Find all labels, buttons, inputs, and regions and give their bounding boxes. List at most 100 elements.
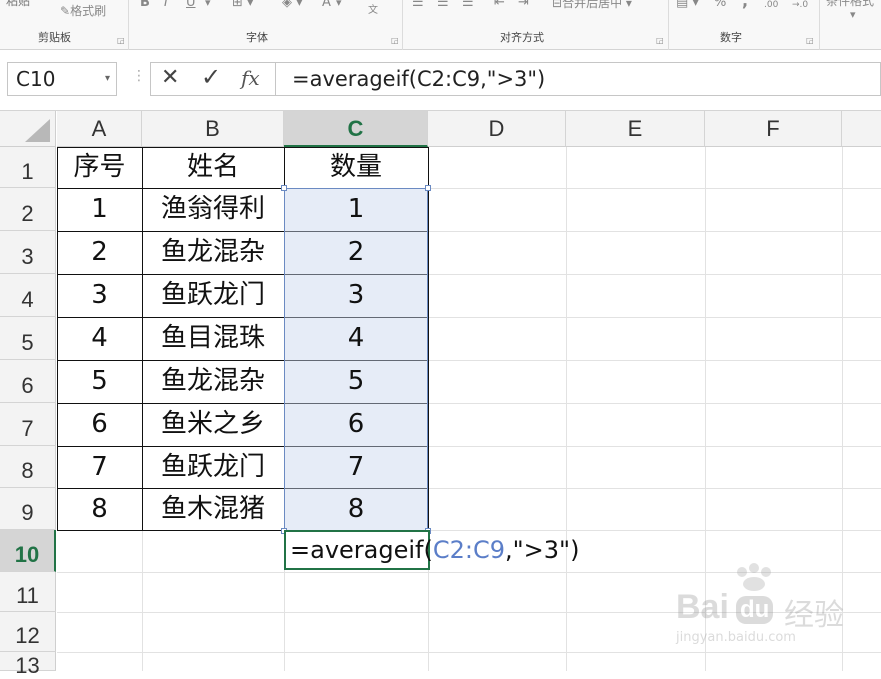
cell-a5[interactable]: 4 <box>57 317 142 360</box>
font-launcher-icon[interactable]: ◲ <box>391 36 399 45</box>
cancel-icon[interactable]: ✕ <box>161 65 179 90</box>
cell-a6[interactable]: 5 <box>57 360 142 403</box>
format-painter-button[interactable]: ✎格式刷 <box>60 4 106 26</box>
select-all-corner[interactable] <box>0 111 56 147</box>
brush-icon: ✎ <box>60 4 71 18</box>
cell-a9[interactable]: 8 <box>57 488 142 530</box>
font-color-button[interactable]: A <box>322 0 331 18</box>
paw-icon <box>737 563 771 591</box>
watermark-url: jingyan.baidu.com <box>676 630 796 645</box>
row-header-10[interactable]: 10 <box>0 530 56 572</box>
worksheet-grid[interactable]: ABCDEF 1 2 3 4 5 6 7 8 9 10 11 12 13 序号 姓名 数量 1 渔翁得利 1… <box>0 111 881 678</box>
row-header-13[interactable]: 13 <box>0 652 56 678</box>
cell-a3[interactable]: 2 <box>57 231 142 274</box>
cell-c4[interactable]: 3 <box>284 274 428 317</box>
cell-c10-formula[interactable]: =averageif(C2:C9,">3") <box>290 530 579 570</box>
alignment-launcher-icon[interactable]: ◲ <box>656 36 664 45</box>
merge-center-button[interactable]: ⊟合并后居中 ▾ <box>552 0 632 18</box>
clipboard-group-label: 剪贴板 <box>38 31 71 44</box>
formula-suffix: ,">3") <box>504 536 580 564</box>
cell-b5[interactable]: 鱼目混珠 <box>142 317 284 360</box>
cell-a8[interactable]: 7 <box>57 446 142 488</box>
decrease-decimal-button[interactable]: →.0 <box>792 0 808 20</box>
cell-b9[interactable]: 鱼木混猪 <box>142 488 284 530</box>
row-header-2[interactable]: 2 <box>0 188 56 231</box>
column-header-e[interactable]: E <box>566 111 705 147</box>
cell-b3[interactable]: 鱼龙混杂 <box>142 231 284 274</box>
cell-a7[interactable]: 6 <box>57 403 142 446</box>
watermark-jingyan: 经验 <box>784 598 844 633</box>
underline-button[interactable]: U <box>186 0 196 18</box>
formula-bar: C10 ▾ ⋮ ✕ ✓ fx =averageif(C2:C9,">3") <box>0 50 881 111</box>
name-box-value: C10 <box>16 67 56 91</box>
column-header-c[interactable]: C <box>284 111 428 147</box>
font-color-dropdown-icon[interactable]: ▾ <box>336 0 342 18</box>
cell-c5[interactable]: 4 <box>284 317 428 360</box>
row-header-6[interactable]: 6 <box>0 360 56 403</box>
clipboard-launcher-icon[interactable]: ◲ <box>117 36 125 45</box>
cell-b8[interactable]: 鱼跃龙门 <box>142 446 284 488</box>
row-header-3[interactable]: 3 <box>0 231 56 274</box>
row-header-8[interactable]: 8 <box>0 446 56 488</box>
cell-c3[interactable]: 2 <box>284 231 428 274</box>
row-header-4[interactable]: 4 <box>0 274 56 317</box>
comma-button[interactable]: , <box>742 0 748 16</box>
column-header-f[interactable]: F <box>705 111 842 147</box>
cell-c9[interactable]: 8 <box>284 488 428 530</box>
cell-b2[interactable]: 渔翁得利 <box>142 188 284 231</box>
row-header-12[interactable]: 12 <box>0 612 56 652</box>
number-launcher-icon[interactable]: ◲ <box>806 36 814 45</box>
name-box[interactable]: C10 ▾ <box>7 62 117 96</box>
border-icon[interactable]: ⊞ ▾ <box>232 0 254 18</box>
accounting-format-icon[interactable]: ▤ ▾ <box>676 0 699 18</box>
decrease-indent-icon[interactable]: ⇤ <box>494 0 505 18</box>
increase-indent-icon[interactable]: ⇥ <box>518 0 529 18</box>
row-header-7[interactable]: 7 <box>0 403 56 446</box>
row-header-1[interactable]: 1 <box>0 147 56 188</box>
align-right-icon[interactable]: ☰ <box>462 0 474 18</box>
font-group-label: 字体 <box>246 31 268 44</box>
phonetic-button[interactable]: 文 <box>368 4 378 26</box>
cell-b6[interactable]: 鱼龙混杂 <box>142 360 284 403</box>
percent-button[interactable]: % <box>714 0 726 18</box>
align-left-icon[interactable]: ☰ <box>412 0 424 18</box>
merge-icon: ⊟ <box>552 0 563 10</box>
cell-b7[interactable]: 鱼米之乡 <box>142 403 284 446</box>
column-header-partial[interactable] <box>842 111 881 147</box>
cell-c8[interactable]: 7 <box>284 446 428 488</box>
cell-b4[interactable]: 鱼跃龙门 <box>142 274 284 317</box>
column-header-d[interactable]: D <box>428 111 566 147</box>
enter-icon[interactable]: ✓ <box>201 63 221 91</box>
underline-dropdown-icon[interactable]: ▾ <box>205 0 211 18</box>
cell-c7[interactable]: 6 <box>284 403 428 446</box>
header-cell-c1[interactable]: 数量 <box>284 147 428 188</box>
bold-button[interactable]: B <box>140 0 150 18</box>
row-header-11[interactable]: 11 <box>0 572 56 612</box>
formula-input[interactable]: =averageif(C2:C9,">3") <box>276 62 881 96</box>
row-header-5[interactable]: 5 <box>0 317 56 360</box>
name-box-dropdown-icon[interactable]: ▾ <box>105 63 110 95</box>
increase-decimal-button[interactable]: .00 <box>764 0 778 20</box>
group-divider <box>128 0 129 50</box>
column-header-b[interactable]: B <box>142 111 284 147</box>
watermark-du: du <box>736 596 774 624</box>
paste-button[interactable]: 粘贴 <box>6 0 30 16</box>
row-header-9[interactable]: 9 <box>0 488 56 530</box>
cell-c2[interactable]: 1 <box>284 188 428 231</box>
fill-color-icon[interactable]: ◈ ▾ <box>282 0 303 18</box>
group-divider <box>402 0 403 50</box>
formula-bar-grip-icon[interactable]: ⋮ <box>132 68 146 84</box>
cell-c6[interactable]: 5 <box>284 360 428 403</box>
align-center-icon[interactable]: ☰ <box>437 0 449 18</box>
header-cell-b1[interactable]: 姓名 <box>142 147 284 188</box>
gridline-vertical <box>566 147 567 671</box>
insert-function-button[interactable]: fx <box>241 66 260 90</box>
formula-prefix: =averageif( <box>290 536 433 564</box>
ribbon: 粘贴 ✎格式刷 剪贴板 ◲ B I U ▾ ⊞ ▾ ◈ ▾ A ▾ 文 字体 ◲… <box>0 0 881 50</box>
cell-a2[interactable]: 1 <box>57 188 142 231</box>
header-cell-a1[interactable]: 序号 <box>57 147 142 188</box>
conditional-format-dropdown-icon[interactable]: ▾ <box>850 8 856 30</box>
cell-a4[interactable]: 3 <box>57 274 142 317</box>
italic-button[interactable]: I <box>164 0 168 18</box>
column-header-a[interactable]: A <box>57 111 142 147</box>
